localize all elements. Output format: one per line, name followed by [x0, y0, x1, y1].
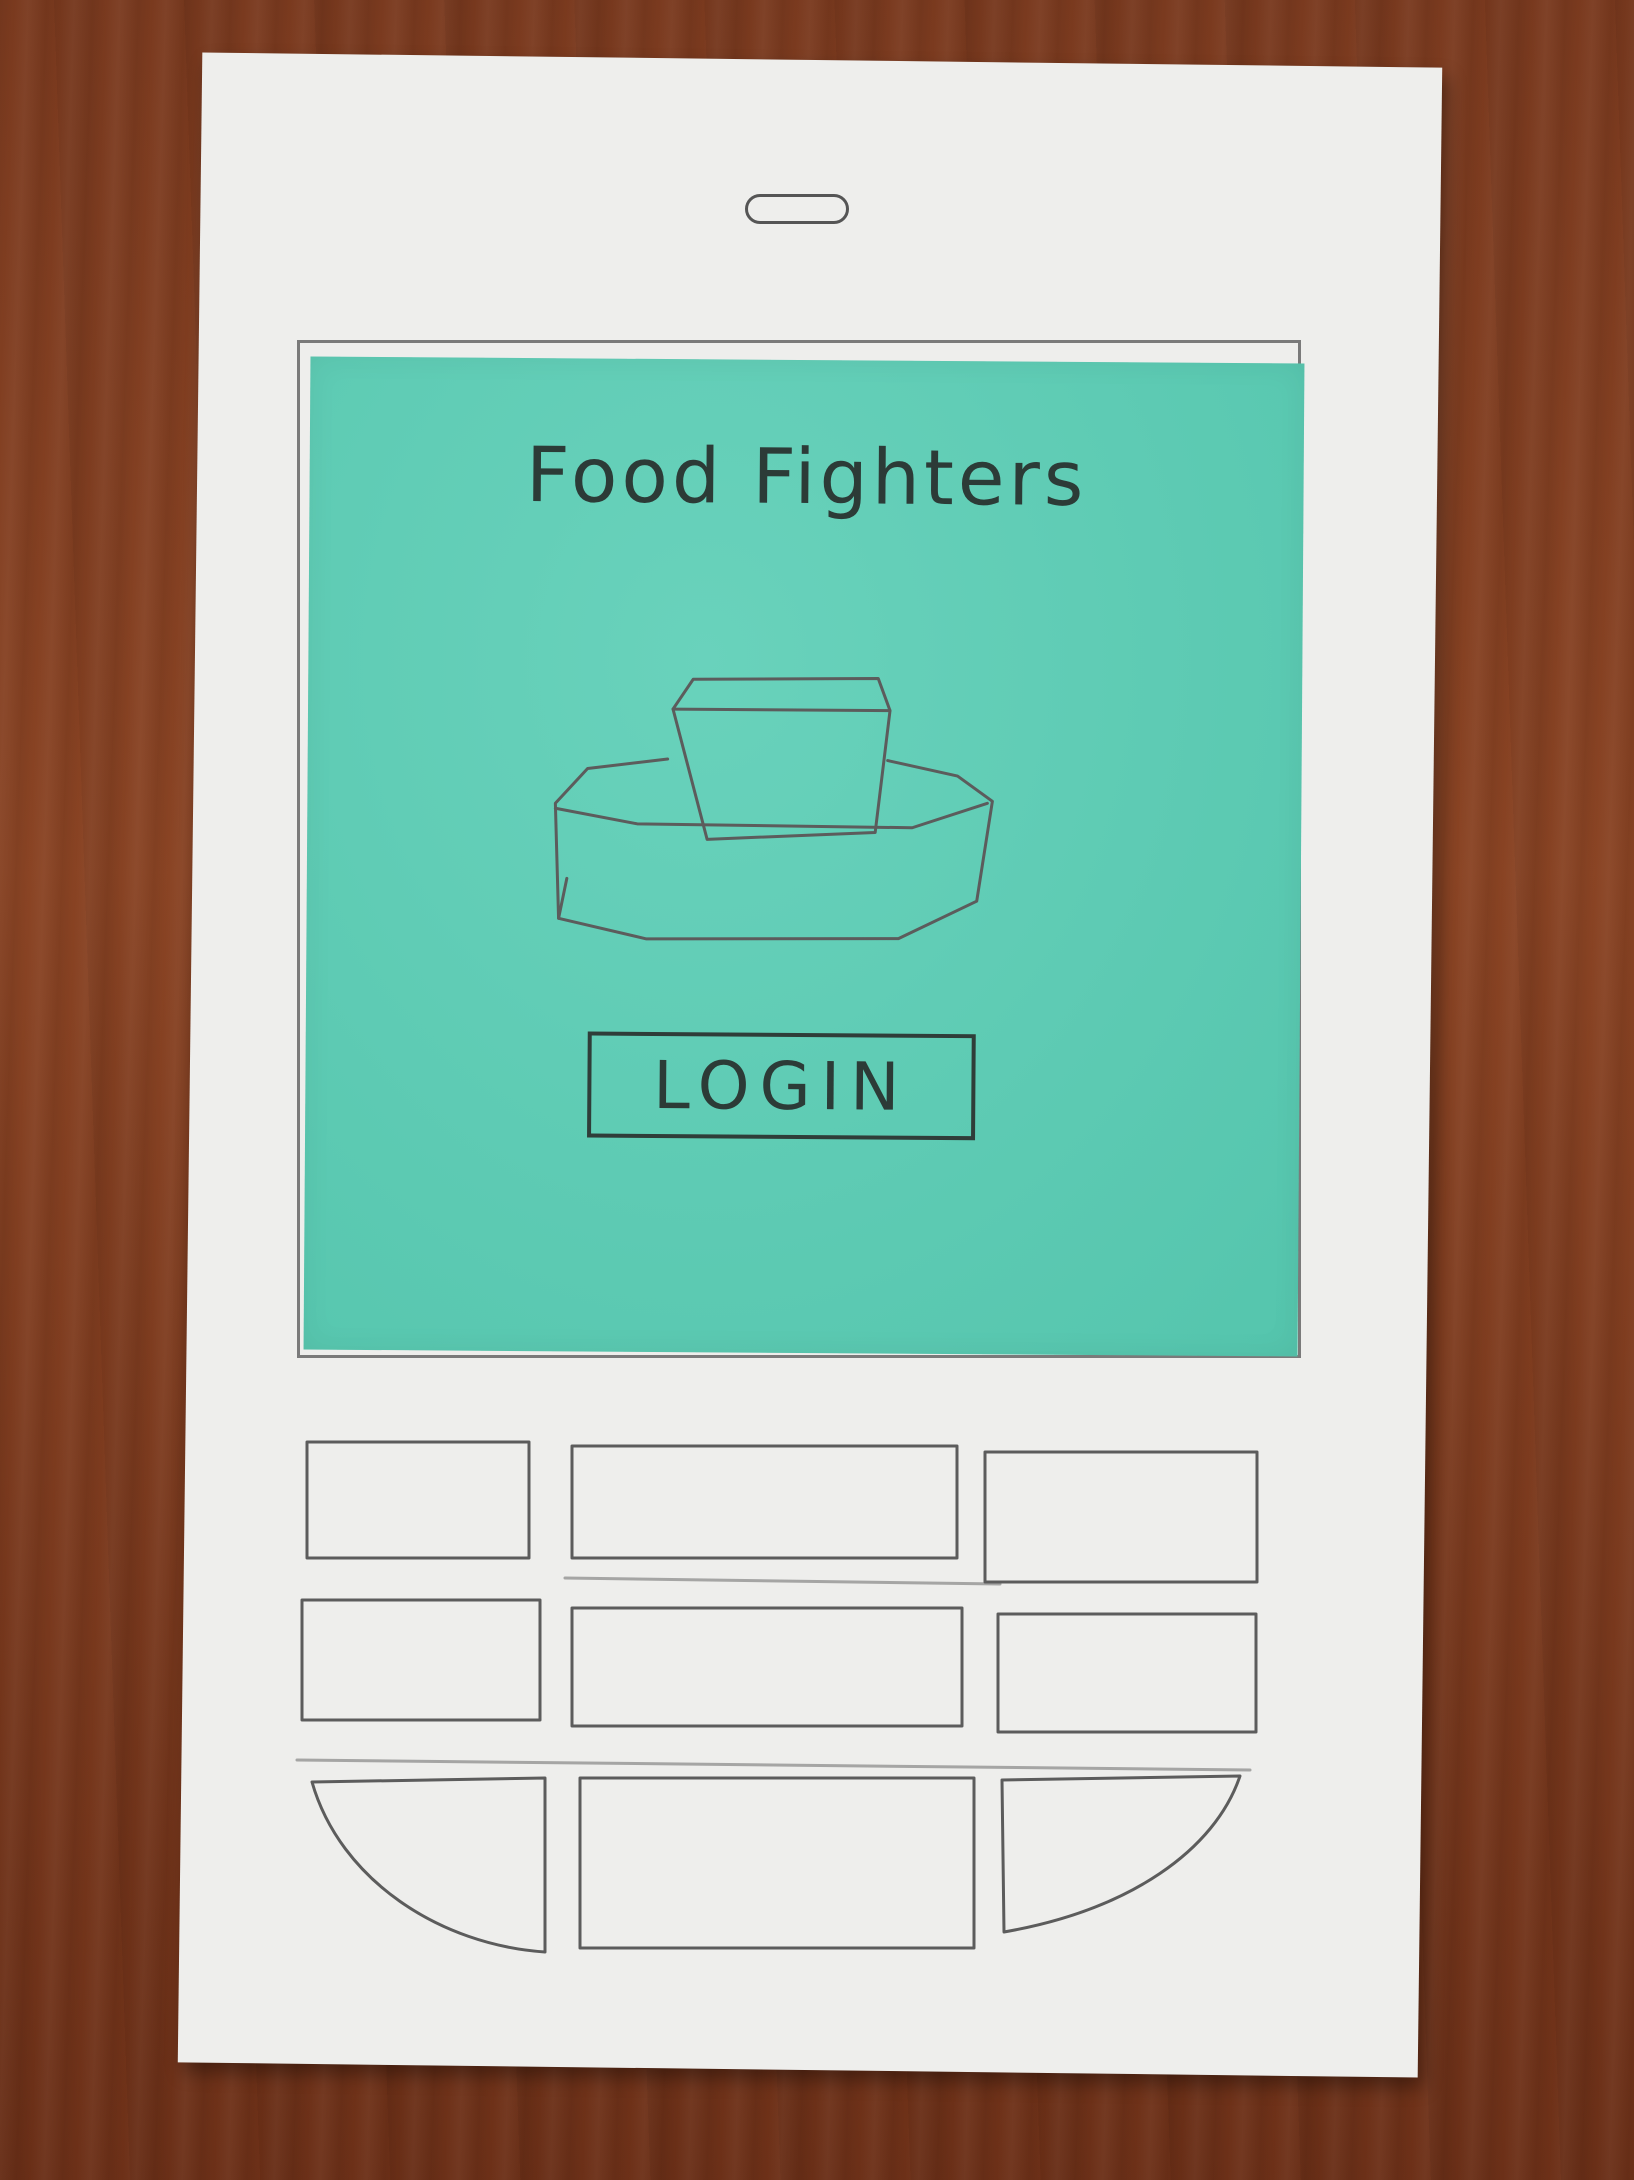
- login-button[interactable]: LOGIN: [587, 1031, 976, 1141]
- phone-speaker: [745, 194, 849, 224]
- takeout-box-icon: [553, 677, 994, 941]
- app-screen: Food Fighters LOGIN: [303, 356, 1305, 1357]
- app-title: Food Fighters: [525, 430, 1088, 523]
